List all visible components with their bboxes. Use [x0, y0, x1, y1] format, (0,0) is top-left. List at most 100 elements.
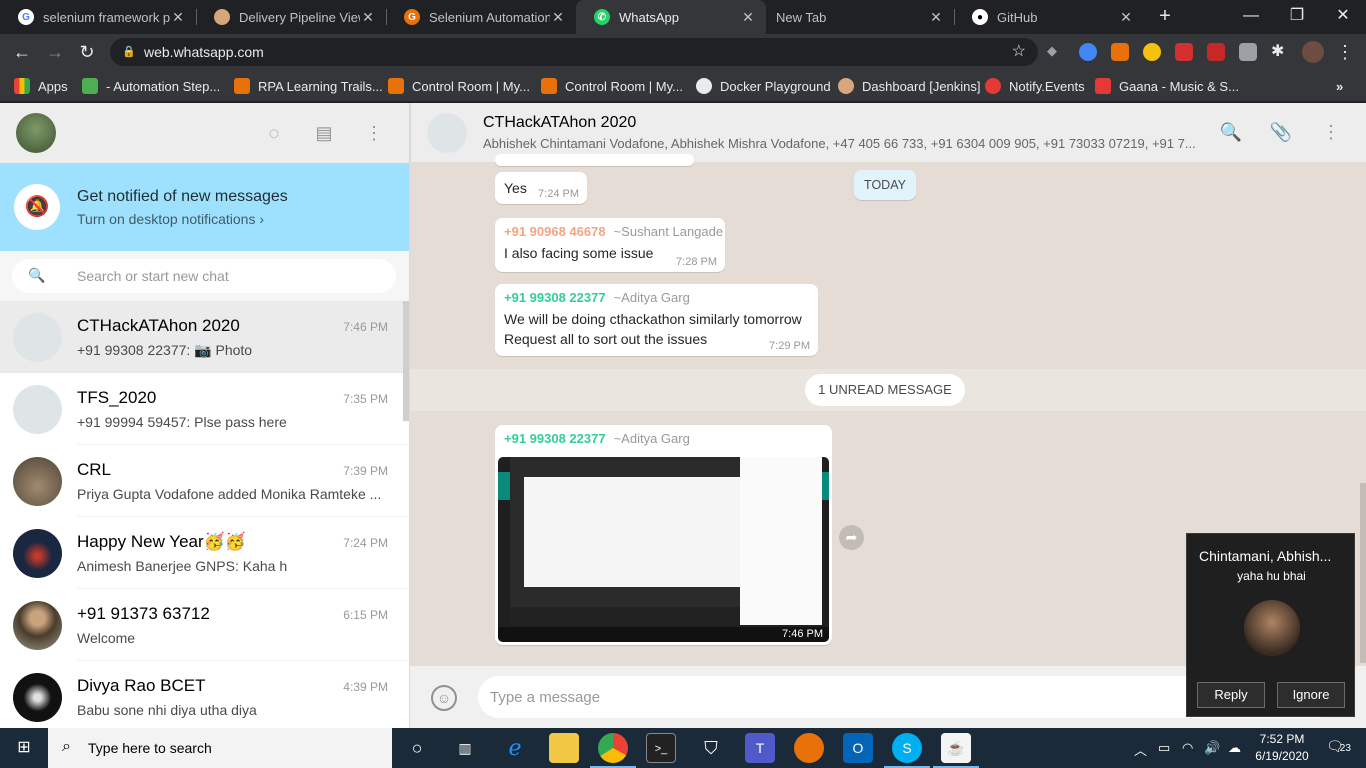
close-tab-icon[interactable]: ✕	[360, 9, 376, 26]
bookmark-gaana[interactable]: Gaana - Music & S...	[1095, 77, 1239, 95]
menu-dots-icon[interactable]: ⋮	[362, 121, 386, 145]
search-input[interactable]	[77, 265, 377, 287]
chat-item[interactable]: Divya Rao BCET 4:39 PM Babu sone nhi diy…	[0, 661, 409, 728]
taskbar-search-placeholder: Type here to search	[88, 740, 212, 756]
tab-selenium-automation[interactable]: G Selenium Automation F ✕	[386, 0, 576, 34]
puzzle-extensions-icon[interactable]: ✱	[1271, 43, 1289, 61]
taskbar-clock[interactable]: 7:52 PM 6/19/2020	[1252, 731, 1312, 765]
video-extension-icon[interactable]	[1207, 43, 1225, 61]
bookmark-rpa-learning[interactable]: RPA Learning Trails...	[234, 77, 383, 95]
profile-avatar[interactable]	[1302, 41, 1324, 63]
new-tab-plus-icon[interactable]: +	[1154, 5, 1176, 27]
taskbar-search[interactable]: ⌕ Type here to search	[48, 728, 392, 768]
sunglasses-extension-icon[interactable]	[1143, 43, 1161, 61]
close-tab-icon[interactable]: ✕	[170, 9, 186, 26]
tab-new-tab[interactable]: New Tab ✕	[766, 0, 954, 34]
tab-title: WhatsApp	[619, 9, 679, 25]
address-bar[interactable]: 🔒 web.whatsapp.com ☆	[110, 38, 1038, 66]
chrome-icon[interactable]	[590, 733, 636, 768]
close-tab-icon[interactable]: ✕	[1118, 9, 1134, 26]
battery-icon[interactable]: ▭	[1158, 740, 1170, 756]
search-extension-icon[interactable]	[1079, 43, 1097, 61]
status-icon[interactable]: ◌	[262, 121, 286, 145]
file-explorer-icon[interactable]	[549, 733, 579, 763]
bookmark-jenkins-dashboard[interactable]: Dashboard [Jenkins]	[838, 77, 981, 95]
bookmark-automation-step[interactable]: - Automation Step...	[82, 77, 220, 95]
my-avatar[interactable]	[16, 113, 56, 153]
chrome-menu-icon[interactable]: ⋮	[1332, 40, 1358, 66]
back-arrow-icon[interactable]: ←	[9, 40, 35, 66]
skype-icon[interactable]: S	[884, 733, 930, 768]
close-tab-icon[interactable]: ✕	[740, 9, 756, 26]
desktop-notifications-banner[interactable]: 🔕 Get notified of new messages Turn on d…	[0, 163, 409, 251]
new-chat-icon[interactable]: ▤	[312, 121, 336, 145]
conversation-menu-icon[interactable]: ⋮	[1319, 120, 1343, 144]
notify-link[interactable]: Turn on desktop notifications ›	[77, 211, 264, 227]
bookmark-apps[interactable]: Apps	[14, 77, 68, 95]
cortana-circle-icon[interactable]: ○	[402, 733, 432, 763]
java-icon[interactable]: ☕	[933, 733, 979, 768]
bookmark-control-room-2[interactable]: Control Room | My...	[541, 77, 683, 95]
ignore-button[interactable]: Ignore	[1277, 682, 1345, 708]
conversation-scrollbar[interactable]	[1360, 483, 1366, 663]
s-extension-icon[interactable]	[1239, 43, 1257, 61]
automation-extension-icon[interactable]	[1111, 43, 1129, 61]
onedrive-cloud-icon[interactable]: ☁	[1228, 740, 1241, 756]
action-center-icon[interactable]: 🗨23	[1326, 738, 1351, 755]
chat-item[interactable]: CTHackATAhon 2020 7:46 PM +91 99308 2237…	[0, 301, 409, 373]
notification-count: 23	[1339, 743, 1351, 754]
bookmark-star-icon[interactable]: ☆	[1012, 38, 1026, 66]
chat-item[interactable]: CRL 7:39 PM Priya Gupta Vodafone added M…	[0, 445, 409, 517]
globe-icon	[696, 78, 712, 94]
chat-item[interactable]: TFS_2020 7:35 PM +91 99994 59457: Plse p…	[0, 373, 409, 445]
security-shield-icon[interactable]: ⛉	[696, 733, 726, 763]
automation-app-icon[interactable]	[794, 733, 824, 763]
chat-time: 7:24 PM	[343, 536, 388, 550]
bookmark-control-room-1[interactable]: Control Room | My...	[388, 77, 530, 95]
photo-thumbnail[interactable]: 7:46 PM	[498, 457, 829, 642]
more-bookmarks-chevron-icon[interactable]: »	[1336, 77, 1343, 95]
restore-window-icon[interactable]: ❐	[1274, 0, 1320, 34]
volume-icon[interactable]: 🔊	[1204, 740, 1220, 756]
desktop-notification-toast[interactable]: Chintamani, Abhish... yaha hu bhai Reply…	[1186, 533, 1355, 717]
chat-item[interactable]: +91 91373 63712 6:15 PM Welcome	[0, 589, 409, 661]
internet-explorer-icon[interactable]: ℯ	[500, 733, 530, 763]
forward-arrow-icon[interactable]: ➦	[839, 525, 864, 550]
image-message-bubble[interactable]: +91 99308 22377 ~Aditya Garg 7:46 PM	[495, 425, 832, 645]
whatsapp-favicon-icon: ✆	[594, 9, 610, 25]
wifi-icon[interactable]: ◠	[1182, 740, 1193, 756]
forward-arrow-icon[interactable]: →	[42, 40, 68, 66]
reply-button[interactable]: Reply	[1197, 682, 1265, 708]
attach-paperclip-icon[interactable]: 📎	[1269, 120, 1293, 144]
windows-start-icon[interactable]: ⊞	[0, 728, 48, 768]
chat-item[interactable]: Happy New Year🥳🥳 7:24 PM Animesh Banerje…	[0, 517, 409, 589]
bookmark-notify-events[interactable]: Notify.Events	[985, 77, 1085, 95]
tab-selenium-framework[interactable]: G selenium framework pr ✕	[0, 0, 196, 34]
close-tab-icon[interactable]: ✕	[928, 9, 944, 26]
search-messages-icon[interactable]: 🔍	[1219, 120, 1243, 144]
tray-chevron-icon[interactable]: ︿	[1134, 740, 1147, 759]
close-tab-icon[interactable]: ✕	[550, 9, 566, 26]
bookmark-docker-playground[interactable]: Docker Playground	[696, 77, 831, 95]
tab-github[interactable]: ● GitHub ✕	[954, 0, 1144, 34]
teams-icon[interactable]: T	[745, 733, 775, 763]
chat-list-scrollbar[interactable]	[403, 301, 409, 421]
search-icon: 🔍	[28, 267, 46, 283]
close-window-icon[interactable]: ✕	[1320, 0, 1366, 34]
abp-extension-icon[interactable]	[1175, 43, 1193, 61]
message-text: We will be doing cthackathon similarly t…	[504, 311, 802, 327]
tab-delivery-pipeline[interactable]: Delivery Pipeline View [ ✕	[196, 0, 386, 34]
emoji-icon[interactable]: ☺	[431, 685, 457, 711]
browser-tab-strip: G selenium framework pr ✕ Delivery Pipel…	[0, 0, 1366, 34]
group-avatar[interactable]	[427, 113, 467, 153]
outlook-icon[interactable]: O	[843, 733, 873, 763]
task-view-icon[interactable]: ▥	[450, 733, 480, 763]
terminal-icon[interactable]: >_	[646, 733, 676, 763]
dropbox-extension-icon[interactable]: ◆	[1047, 43, 1065, 61]
reload-icon[interactable]: ↻	[74, 40, 100, 66]
minimize-window-icon[interactable]: —	[1228, 0, 1274, 34]
chat-name: Divya Rao BCET	[77, 676, 206, 695]
chat-time: 7:46 PM	[343, 320, 388, 334]
unread-label: 1 UNREAD MESSAGE	[805, 374, 965, 406]
tab-whatsapp[interactable]: ✆ WhatsApp ✕	[576, 0, 766, 34]
